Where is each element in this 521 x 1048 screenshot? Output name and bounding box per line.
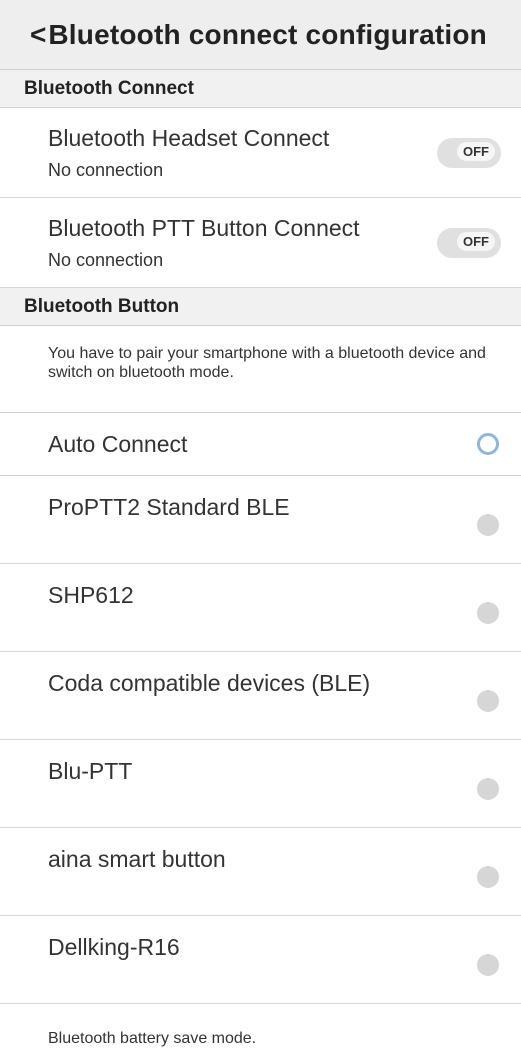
device-label: ProPTT2 Standard BLE <box>48 494 290 520</box>
ptt-connect-label: Bluetooth PTT Button Connect <box>48 214 360 241</box>
ptt-connect-toggle[interactable]: OFF <box>437 227 501 258</box>
device-label: SHP612 <box>48 582 134 608</box>
device-label: Coda compatible devices (BLE) <box>48 670 371 696</box>
device-radio[interactable] <box>477 866 499 888</box>
ptt-toggle-label: OFF <box>457 231 495 251</box>
ptt-connect-row[interactable]: Bluetooth PTT Button Connect No connecti… <box>0 198 521 288</box>
device-radio[interactable] <box>477 514 499 536</box>
battery-save-mode-label: Bluetooth battery save mode. <box>48 1030 257 1047</box>
headset-toggle-label: OFF <box>457 141 495 161</box>
device-row[interactable]: ProPTT2 Standard BLE <box>0 476 521 564</box>
device-label: aina smart button <box>48 846 226 872</box>
device-radio[interactable] <box>477 954 499 976</box>
auto-connect-label: Auto Connect <box>48 430 188 457</box>
pairing-note: You have to pair your smartphone with a … <box>0 326 521 413</box>
page-title: Bluetooth connect configuration <box>48 18 487 50</box>
back-icon[interactable]: < <box>30 19 46 51</box>
section-bluetooth-button: Bluetooth Button <box>0 288 521 326</box>
device-row[interactable]: aina smart button <box>0 828 521 916</box>
device-row[interactable]: Blu-PTT <box>0 740 521 828</box>
auto-connect-radio[interactable] <box>477 433 499 455</box>
headset-connect-toggle[interactable]: OFF <box>437 137 501 168</box>
device-row[interactable]: Dellking-R16 <box>0 916 521 1004</box>
headset-connect-status: No connection <box>48 159 164 180</box>
auto-connect-row[interactable]: Auto Connect <box>0 413 521 476</box>
device-label: Dellking-R16 <box>48 934 180 960</box>
device-radio[interactable] <box>477 602 499 624</box>
device-row[interactable]: SHP612 <box>0 564 521 652</box>
device-radio[interactable] <box>477 778 499 800</box>
headset-connect-row[interactable]: Bluetooth Headset Connect No connection … <box>0 108 521 198</box>
device-radio[interactable] <box>477 690 499 712</box>
headset-texts: Bluetooth Headset Connect No connection <box>48 125 329 181</box>
ptt-connect-status: No connection <box>48 249 164 270</box>
device-row[interactable]: Coda compatible devices (BLE) <box>0 652 521 740</box>
device-label: Blu-PTT <box>48 758 133 784</box>
headset-connect-label: Bluetooth Headset Connect <box>48 124 330 151</box>
app-header: < Bluetooth connect configuration <box>0 0 521 70</box>
section-bluetooth-connect: Bluetooth Connect <box>0 70 521 108</box>
ptt-texts: Bluetooth PTT Button Connect No connecti… <box>48 215 360 271</box>
